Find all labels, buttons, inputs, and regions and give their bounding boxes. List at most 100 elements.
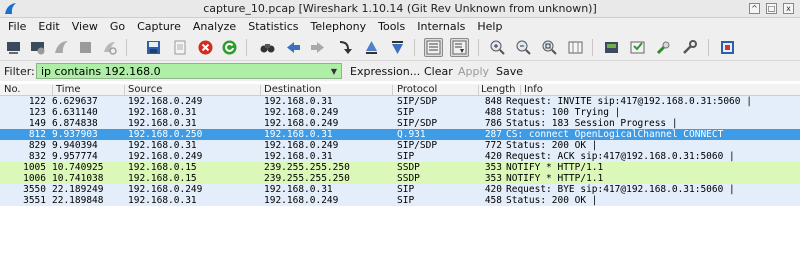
col-header-no[interactable]: No. bbox=[4, 84, 21, 96]
col-header-source[interactable]: Source bbox=[128, 84, 162, 96]
col-header-protocol[interactable]: Protocol bbox=[397, 84, 437, 96]
col-header-time[interactable]: Time bbox=[56, 84, 80, 96]
stop-capture-icon[interactable] bbox=[76, 38, 95, 57]
display-filter-input[interactable] bbox=[36, 63, 342, 79]
maximize-button[interactable]: □ bbox=[766, 3, 777, 14]
packet-row[interactable]: 123 6.631140 192.168.0.31 192.168.0.249 … bbox=[0, 107, 800, 118]
go-forward-icon[interactable] bbox=[308, 38, 327, 57]
menu-file[interactable]: File bbox=[2, 20, 32, 33]
cell-protocol: SSDP bbox=[397, 173, 420, 184]
cell-no: 3551 bbox=[23, 195, 46, 206]
menu-tools[interactable]: Tools bbox=[372, 20, 411, 33]
apply-button[interactable]: Apply bbox=[458, 65, 489, 78]
options-icon[interactable] bbox=[28, 38, 47, 57]
clear-button[interactable]: Clear bbox=[424, 65, 453, 78]
col-header-destination[interactable]: Destination bbox=[264, 84, 321, 96]
packet-list: No. Time Source Destination Protocol Len… bbox=[0, 84, 800, 206]
menu-go[interactable]: Go bbox=[104, 20, 131, 33]
packet-row[interactable]: 1006 10.741038 192.168.0.15 239.255.255.… bbox=[0, 173, 800, 184]
main-toolbar bbox=[0, 34, 800, 61]
packet-row[interactable]: 1005 10.740925 192.168.0.15 239.255.255.… bbox=[0, 162, 800, 173]
coloring-rules-icon[interactable] bbox=[654, 38, 673, 57]
preferences-icon[interactable] bbox=[680, 38, 699, 57]
zoom-in-icon[interactable] bbox=[488, 38, 507, 57]
start-capture-icon[interactable] bbox=[52, 38, 71, 57]
menu-edit[interactable]: Edit bbox=[32, 20, 65, 33]
interfaces-icon[interactable] bbox=[4, 38, 23, 57]
open-file-icon[interactable] bbox=[144, 38, 163, 57]
menu-statistics[interactable]: Statistics bbox=[242, 20, 304, 33]
toolbar-separator bbox=[414, 39, 415, 56]
save-filter-button[interactable]: Save bbox=[496, 65, 523, 78]
cell-length: 772 bbox=[484, 140, 502, 151]
toolbar-separator bbox=[126, 39, 127, 56]
packet-list-header: No. Time Source Destination Protocol Len… bbox=[0, 84, 800, 96]
packet-row[interactable]: 3551 22.189848 192.168.0.31 192.168.0.24… bbox=[0, 195, 800, 206]
cell-no: 829 bbox=[28, 140, 46, 151]
restart-capture-icon[interactable] bbox=[100, 38, 119, 57]
packet-row[interactable]: 122 6.629637 192.168.0.249 192.168.0.31 … bbox=[0, 96, 800, 107]
cell-protocol: SIP bbox=[397, 151, 415, 162]
col-header-length[interactable]: Length bbox=[481, 84, 516, 96]
packet-row[interactable]: 149 6.874838 192.168.0.31 192.168.0.249 … bbox=[0, 118, 800, 129]
cell-destination: 192.168.0.249 bbox=[264, 140, 339, 151]
colorize-icon[interactable] bbox=[424, 38, 443, 57]
packet-row[interactable]: 832 9.957774 192.168.0.249 192.168.0.31 … bbox=[0, 151, 800, 162]
menu-analyze[interactable]: Analyze bbox=[187, 20, 242, 33]
cell-time: 9.940394 bbox=[52, 140, 98, 151]
close-file-icon[interactable] bbox=[196, 38, 215, 57]
cell-info: Status: 183 Session Progress | bbox=[506, 118, 678, 129]
find-packet-icon[interactable] bbox=[258, 38, 277, 57]
reload-icon[interactable] bbox=[220, 38, 239, 57]
go-to-packet-icon[interactable] bbox=[336, 38, 355, 57]
menu-help[interactable]: Help bbox=[471, 20, 508, 33]
cell-source: 192.168.0.31 bbox=[128, 140, 197, 151]
cell-source: 192.168.0.31 bbox=[128, 118, 197, 129]
cell-time: 22.189848 bbox=[52, 195, 104, 206]
go-back-icon[interactable] bbox=[284, 38, 303, 57]
cell-info: NOTIFY * HTTP/1.1 bbox=[506, 162, 604, 173]
packet-row[interactable]: 829 9.940394 192.168.0.31 192.168.0.249 … bbox=[0, 140, 800, 151]
toolbar-separator bbox=[708, 39, 709, 56]
packet-rows: 122 6.629637 192.168.0.249 192.168.0.31 … bbox=[0, 96, 800, 206]
cell-length: 353 bbox=[484, 162, 502, 173]
cell-length: 848 bbox=[484, 96, 502, 107]
cell-info: Request: ACK sip:417@192.168.0.31:5060 | bbox=[506, 151, 735, 162]
normal-size-icon[interactable] bbox=[540, 38, 559, 57]
filter-dropdown-icon[interactable]: ▼ bbox=[327, 64, 341, 78]
cell-length: 458 bbox=[484, 195, 502, 206]
save-file-icon[interactable] bbox=[170, 38, 189, 57]
cell-time: 22.189249 bbox=[52, 184, 104, 195]
close-window-button[interactable]: x bbox=[783, 3, 794, 14]
expression-button[interactable]: Expression... bbox=[350, 65, 420, 78]
cell-info: Request: BYE sip:417@192.168.0.31:5060 | bbox=[506, 184, 735, 195]
menu-view[interactable]: View bbox=[66, 20, 104, 33]
cell-no: 1006 bbox=[23, 173, 46, 184]
packet-row[interactable]: 3550 22.189249 192.168.0.249 192.168.0.3… bbox=[0, 184, 800, 195]
capture-filters-icon[interactable] bbox=[602, 38, 621, 57]
resize-columns-icon[interactable] bbox=[566, 38, 585, 57]
cell-destination: 192.168.0.31 bbox=[264, 96, 333, 107]
menu-capture[interactable]: Capture bbox=[131, 20, 187, 33]
packet-details-pane bbox=[0, 228, 800, 278]
title-bar: capture_10.pcap [Wireshark 1.10.14 (Git … bbox=[0, 0, 800, 18]
zoom-out-icon[interactable] bbox=[514, 38, 533, 57]
cell-info: CS: connect OpenLogicalChannel CONNECT bbox=[506, 129, 724, 140]
cell-time: 10.740925 bbox=[52, 162, 104, 173]
cell-source: 192.168.0.15 bbox=[128, 162, 197, 173]
toolbar-separator bbox=[592, 39, 593, 56]
cell-source: 192.168.0.31 bbox=[128, 107, 197, 118]
auto-scroll-icon[interactable] bbox=[450, 38, 469, 57]
menu-internals[interactable]: Internals bbox=[411, 20, 471, 33]
minimize-button[interactable]: ^ bbox=[749, 3, 760, 14]
cell-info: Request: INVITE sip:417@192.168.0.31:506… bbox=[506, 96, 752, 107]
cell-no: 1005 bbox=[23, 162, 46, 173]
packet-row-selected[interactable]: 812 9.937903 192.168.0.250 192.168.0.31 … bbox=[0, 129, 800, 140]
help-icon[interactable] bbox=[718, 38, 737, 57]
go-last-icon[interactable] bbox=[388, 38, 407, 57]
menu-telephony[interactable]: Telephony bbox=[305, 20, 373, 33]
col-header-info[interactable]: Info bbox=[524, 84, 543, 96]
go-first-icon[interactable] bbox=[362, 38, 381, 57]
cell-destination: 192.168.0.249 bbox=[264, 118, 339, 129]
display-filters-icon[interactable] bbox=[628, 38, 647, 57]
